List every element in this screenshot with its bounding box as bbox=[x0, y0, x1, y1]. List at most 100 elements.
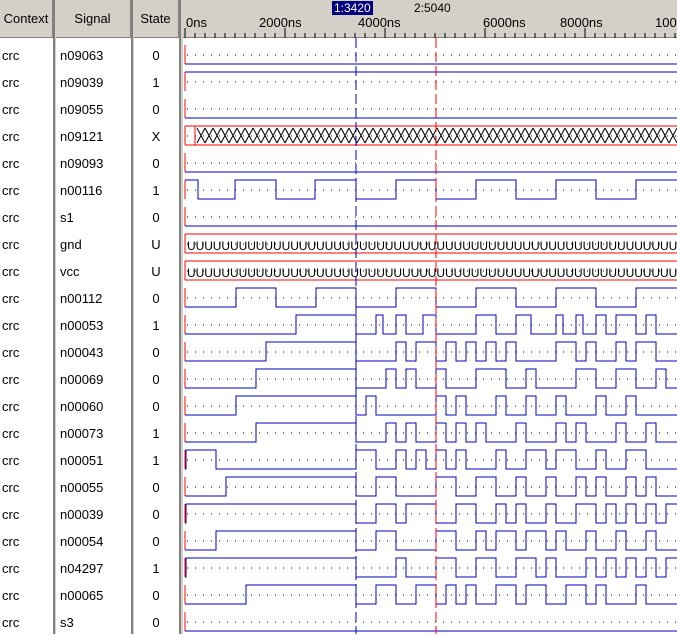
signal-context-cell[interactable]: crc bbox=[2, 420, 52, 447]
signal-state-cell[interactable]: 0 bbox=[134, 393, 178, 420]
signal-name-cell[interactable]: n04297 bbox=[60, 555, 130, 582]
signal-waveform[interactable] bbox=[184, 612, 677, 632]
cursor-1-label[interactable]: 1:3420 bbox=[332, 1, 373, 15]
svg-text:U: U bbox=[290, 266, 299, 280]
signal-context-cell[interactable]: crc bbox=[2, 474, 52, 501]
signal-column-header[interactable]: Signal bbox=[55, 0, 131, 38]
signal-waveform[interactable] bbox=[184, 341, 677, 362]
signal-state-cell[interactable]: 0 bbox=[134, 474, 178, 501]
signal-name-cell[interactable]: s3 bbox=[60, 609, 130, 636]
signal-state-cell[interactable]: 0 bbox=[134, 366, 178, 393]
signal-name-cell[interactable]: s1 bbox=[60, 204, 130, 231]
signal-name-cell[interactable]: n09055 bbox=[60, 96, 130, 123]
signal-state-cell[interactable]: 0 bbox=[134, 285, 178, 312]
signal-waveform[interactable] bbox=[184, 207, 677, 227]
signal-state-cell[interactable]: 0 bbox=[134, 528, 178, 555]
signal-waveform[interactable] bbox=[184, 153, 677, 173]
signal-name-cell[interactable]: n00054 bbox=[60, 528, 130, 555]
signal-name-cell[interactable]: n00053 bbox=[60, 312, 130, 339]
svg-text:U: U bbox=[428, 239, 437, 253]
signal-waveform[interactable] bbox=[184, 99, 677, 119]
signal-name-cell[interactable]: n00112 bbox=[60, 285, 130, 312]
signal-waveform[interactable] bbox=[184, 584, 677, 605]
signal-context-cell[interactable]: crc bbox=[2, 393, 52, 420]
signal-waveform[interactable] bbox=[184, 503, 677, 524]
signal-state-cell[interactable]: 0 bbox=[134, 582, 178, 609]
signal-waveform[interactable] bbox=[184, 368, 677, 389]
svg-text:U: U bbox=[462, 266, 471, 280]
signal-context-cell[interactable]: crc bbox=[2, 204, 52, 231]
signal-name-cell[interactable]: n09039 bbox=[60, 69, 130, 96]
signal-name-cell[interactable]: gnd bbox=[60, 231, 130, 258]
signal-waveform[interactable] bbox=[184, 476, 677, 497]
svg-text:U: U bbox=[669, 266, 677, 280]
signal-state-cell[interactable]: 0 bbox=[134, 150, 178, 177]
signal-context-cell[interactable]: crc bbox=[2, 609, 52, 636]
signal-name-cell[interactable]: n09121 bbox=[60, 123, 130, 150]
signal-name-cell[interactable]: n00069 bbox=[60, 366, 130, 393]
signal-state-cell[interactable]: 0 bbox=[134, 42, 178, 69]
signal-state-cell[interactable]: 0 bbox=[134, 501, 178, 528]
signal-state-cell[interactable]: 1 bbox=[134, 177, 178, 204]
signal-state-cell[interactable]: 1 bbox=[134, 312, 178, 339]
signal-context-cell[interactable]: crc bbox=[2, 582, 52, 609]
signal-state-cell[interactable]: 0 bbox=[134, 339, 178, 366]
signal-name-cell[interactable]: n00073 bbox=[60, 420, 130, 447]
signal-state-cell[interactable]: 1 bbox=[134, 555, 178, 582]
signal-name-cell[interactable]: vcc bbox=[60, 258, 130, 285]
signal-context-cell[interactable]: crc bbox=[2, 69, 52, 96]
cursor-2-label[interactable]: 2:5040 bbox=[414, 1, 451, 15]
context-column-header[interactable]: Context bbox=[0, 0, 53, 38]
signal-waveform[interactable] bbox=[184, 314, 677, 335]
signal-waveform[interactable] bbox=[184, 530, 677, 551]
signal-waveform[interactable] bbox=[184, 125, 677, 146]
signal-context-cell[interactable]: crc bbox=[2, 231, 52, 258]
signal-name-cell[interactable]: n09093 bbox=[60, 150, 130, 177]
state-column-header[interactable]: State bbox=[133, 0, 179, 38]
signal-name-cell[interactable]: n00060 bbox=[60, 393, 130, 420]
signal-context-cell[interactable]: crc bbox=[2, 96, 52, 123]
signal-waveform[interactable]: UUUUUUUUUUUUUUUUUUUUUUUUUUUUUUUUUUUUUUUU… bbox=[184, 260, 677, 281]
signal-state-cell[interactable]: 0 bbox=[134, 96, 178, 123]
signal-waveform[interactable] bbox=[184, 449, 677, 470]
signal-name-cell[interactable]: n00065 bbox=[60, 582, 130, 609]
signal-context-cell[interactable]: crc bbox=[2, 42, 52, 69]
signal-state-cell[interactable]: X bbox=[134, 123, 178, 150]
signal-name-cell[interactable]: n09063 bbox=[60, 42, 130, 69]
signal-state-cell[interactable]: 0 bbox=[134, 204, 178, 231]
signal-context-cell[interactable]: crc bbox=[2, 285, 52, 312]
signal-name-cell[interactable]: n00055 bbox=[60, 474, 130, 501]
signal-context-cell[interactable]: crc bbox=[2, 177, 52, 204]
signal-waveform[interactable] bbox=[184, 395, 677, 416]
signal-state-cell[interactable]: U bbox=[134, 258, 178, 285]
signal-name-cell[interactable]: n00051 bbox=[60, 447, 130, 474]
signal-context-cell[interactable]: crc bbox=[2, 258, 52, 285]
signal-context-cell[interactable]: crc bbox=[2, 501, 52, 528]
svg-text:U: U bbox=[531, 266, 540, 280]
signal-waveform[interactable]: UUUUUUUUUUUUUUUUUUUUUUUUUUUUUUUUUUUUUUUU… bbox=[184, 233, 677, 254]
signal-context-cell[interactable]: crc bbox=[2, 123, 52, 150]
signal-context-cell[interactable]: crc bbox=[2, 339, 52, 366]
signal-waveform[interactable] bbox=[184, 179, 677, 200]
signal-context-cell[interactable]: crc bbox=[2, 447, 52, 474]
signal-state-cell[interactable]: 1 bbox=[134, 420, 178, 447]
svg-text:U: U bbox=[325, 266, 334, 280]
signal-name-cell[interactable]: n00116 bbox=[60, 177, 130, 204]
signal-waveform[interactable] bbox=[184, 45, 677, 65]
signal-context-cell[interactable]: crc bbox=[2, 150, 52, 177]
signal-context-cell[interactable]: crc bbox=[2, 555, 52, 582]
signal-state-cell[interactable]: 0 bbox=[134, 609, 178, 636]
signal-waveform[interactable] bbox=[184, 71, 677, 91]
signal-waveform[interactable] bbox=[184, 287, 677, 308]
signal-context-cell[interactable]: crc bbox=[2, 528, 52, 555]
signal-state-cell[interactable]: U bbox=[134, 231, 178, 258]
signal-state-cell[interactable]: 1 bbox=[134, 69, 178, 96]
waveform-panel[interactable]: UUUUUUUUUUUUUUUUUUUUUUUUUUUUUUUUUUUUUUUU… bbox=[183, 0, 677, 634]
signal-waveform[interactable] bbox=[184, 422, 677, 443]
signal-context-cell[interactable]: crc bbox=[2, 312, 52, 339]
signal-name-cell[interactable]: n00043 bbox=[60, 339, 130, 366]
signal-waveform[interactable] bbox=[184, 557, 677, 578]
signal-name-cell[interactable]: n00039 bbox=[60, 501, 130, 528]
signal-state-cell[interactable]: 1 bbox=[134, 447, 178, 474]
signal-context-cell[interactable]: crc bbox=[2, 366, 52, 393]
